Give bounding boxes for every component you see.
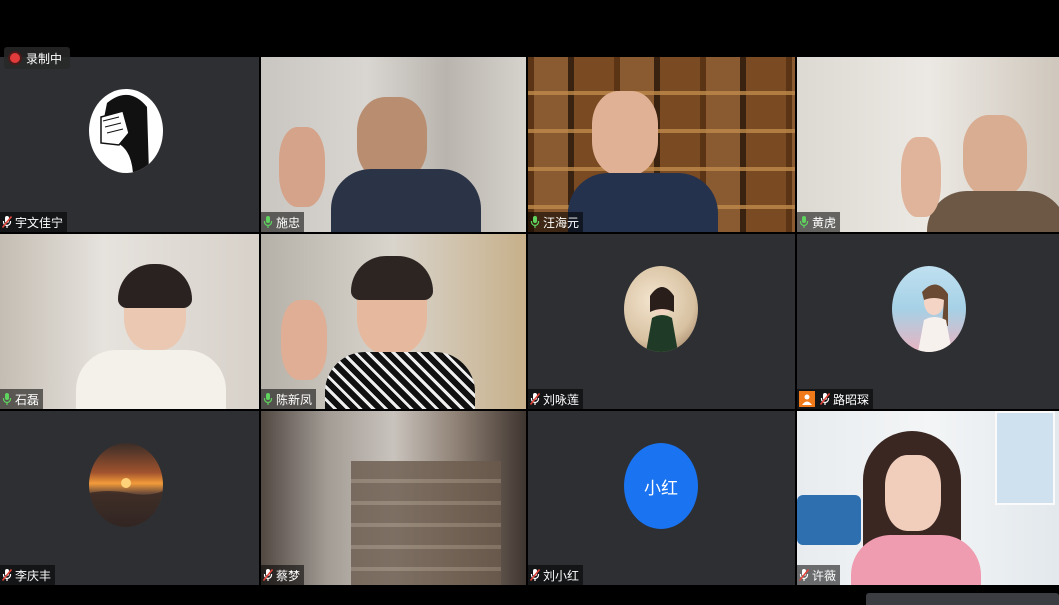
participant-name: 路昭琛 — [833, 392, 870, 407]
video-person-body — [927, 191, 1059, 232]
participant-tile-lu-zhaochen[interactable]: 路昭琛 — [797, 234, 1059, 409]
bottom-toolbar-partial[interactable] — [866, 593, 1059, 605]
participant-tile-li-qingfeng[interactable]: 李庆丰 — [0, 411, 259, 585]
user-photo-icon — [646, 287, 678, 352]
participant-name: 施忠 — [276, 215, 301, 230]
participant-tile-wang-haiyuan[interactable]: 汪海元 — [528, 57, 795, 232]
profile-avatar — [89, 443, 163, 527]
participant-namebar: 路昭琛 — [797, 389, 874, 409]
mic-muted-icon[interactable] — [530, 569, 540, 581]
profile-avatar — [624, 266, 698, 352]
participant-name: 黄虎 — [812, 215, 837, 230]
participant-namebar: 刘小红 — [528, 565, 584, 585]
participant-name: 陈新凤 — [276, 392, 313, 407]
mic-on-icon[interactable] — [2, 393, 12, 405]
participant-namebar: 蔡梦 — [261, 565, 305, 585]
participant-name: 刘小红 — [543, 568, 580, 583]
mic-muted-icon[interactable] — [2, 569, 12, 581]
video-sofa — [797, 495, 861, 545]
profile-avatar — [892, 266, 966, 352]
participant-name: 刘咏莲 — [543, 392, 580, 407]
video-window — [995, 411, 1055, 505]
participant-name: 蔡梦 — [276, 568, 301, 583]
video-person-body — [325, 352, 475, 409]
participant-tile-shi-zhong[interactable]: 施忠 — [261, 57, 526, 232]
video-grid: 宇文佳宁 施忠 汪海元 黄虎 石磊 陈新凤 刘咏莲 路昭琛 李庆丰 蔡梦 小红 … — [0, 57, 1059, 585]
video-hand — [279, 127, 325, 207]
participant-name: 许薇 — [812, 568, 837, 583]
mic-on-icon[interactable] — [799, 216, 809, 228]
participant-namebar: 宇文佳宁 — [0, 212, 68, 232]
video-person — [885, 455, 941, 531]
mic-on-icon[interactable] — [263, 393, 273, 405]
mic-on-icon[interactable] — [530, 216, 540, 228]
video-person-body — [76, 350, 226, 409]
participant-name: 汪海元 — [543, 215, 580, 230]
mic-muted-icon[interactable] — [530, 393, 540, 405]
profile-avatar — [89, 89, 163, 173]
user-photo-icon — [918, 284, 952, 352]
participant-tile-shi-lei[interactable]: 石磊 — [0, 234, 259, 409]
mic-muted-icon[interactable] — [263, 569, 273, 581]
participant-namebar: 陈新凤 — [261, 389, 317, 409]
record-icon — [10, 53, 20, 63]
mic-on-icon[interactable] — [263, 216, 273, 228]
participant-namebar: 许薇 — [797, 565, 841, 585]
participant-tile-yuwen-jianing[interactable]: 宇文佳宁 — [0, 57, 259, 232]
participant-name: 石磊 — [15, 392, 40, 407]
host-badge-icon — [799, 391, 815, 407]
recording-indicator[interactable]: 录制中 — [4, 47, 71, 69]
video-person — [963, 115, 1027, 197]
user-avatar-icon — [100, 94, 149, 173]
recording-label: 录制中 — [26, 51, 63, 66]
participant-tile-liu-xiaohong[interactable]: 小红 刘小红 — [528, 411, 795, 585]
video-hand — [281, 300, 327, 380]
participant-namebar: 刘咏莲 — [528, 389, 584, 409]
participant-namebar: 施忠 — [261, 212, 305, 232]
participant-tile-liu-yonglian[interactable]: 刘咏莲 — [528, 234, 795, 409]
participant-namebar: 李庆丰 — [0, 565, 56, 585]
initials-avatar: 小红 — [624, 443, 698, 529]
avatar-initials: 小红 — [644, 478, 678, 499]
sunset-photo-icon — [89, 478, 163, 527]
participant-tile-huang-hu[interactable]: 黄虎 — [797, 57, 1059, 232]
video-hand — [901, 137, 941, 217]
video-person-body — [568, 173, 718, 232]
video-person — [592, 91, 658, 175]
participant-tile-xu-wei[interactable]: 许薇 — [797, 411, 1059, 585]
mic-muted-icon[interactable] — [820, 393, 830, 405]
participant-namebar: 石磊 — [0, 389, 44, 409]
participant-name: 李庆丰 — [15, 568, 52, 583]
participant-namebar: 黄虎 — [797, 212, 841, 232]
participant-namebar: 汪海元 — [528, 212, 584, 232]
participant-tile-cai-meng[interactable]: 蔡梦 — [261, 411, 526, 585]
video-bookshelf — [351, 461, 501, 585]
participant-tile-chen-xinfeng[interactable]: 陈新凤 — [261, 234, 526, 409]
video-person-body — [851, 535, 981, 585]
video-person-body — [331, 169, 481, 232]
mic-muted-icon[interactable] — [799, 569, 809, 581]
mic-muted-icon[interactable] — [2, 216, 12, 228]
participant-name: 宇文佳宁 — [15, 215, 64, 230]
